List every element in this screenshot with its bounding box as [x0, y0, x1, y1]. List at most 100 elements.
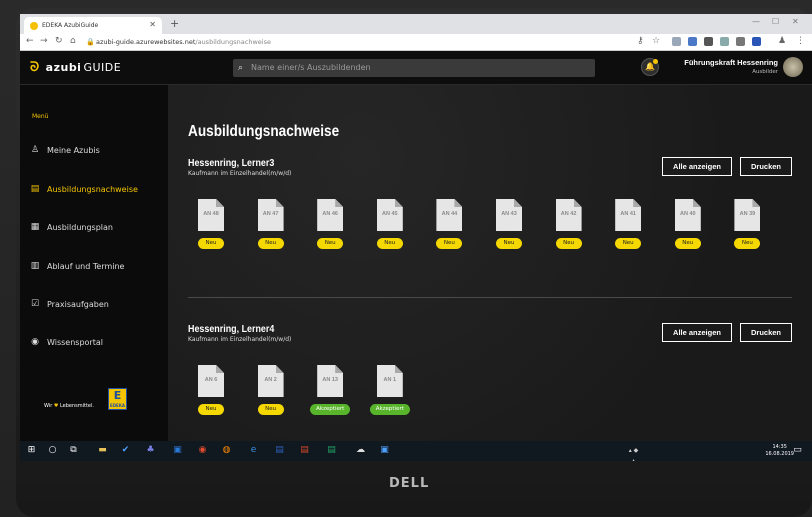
- app: ᘐ azubi GUIDE ⌕ Name einer/s Auszubildend…: [20, 51, 812, 441]
- app-icon[interactable]: ▣: [379, 445, 390, 456]
- task-icon: ☑: [30, 299, 40, 309]
- tray-icons[interactable]: ▴ ◆ ▲ ☁ ◐ ♫: [628, 445, 639, 461]
- close-window-icon[interactable]: ✕: [792, 17, 799, 26]
- extension-icon[interactable]: [736, 37, 745, 46]
- learner-name: Hessenring, Lerner3: [188, 157, 275, 169]
- windows-start-icon[interactable]: ⊞: [26, 445, 37, 456]
- chrome-icon[interactable]: ◉: [197, 445, 208, 456]
- status-badge: Neu: [198, 238, 224, 249]
- user-info[interactable]: Führungskraft Hessenring Ausbilder: [684, 58, 778, 75]
- sidebar-item-label: Ausbildungsnachweise: [47, 184, 138, 194]
- search-input[interactable]: ⌕ Name einer/s Auszubildenden: [233, 59, 595, 77]
- key-icon[interactable]: ⚷: [637, 36, 644, 46]
- notification-bell-icon[interactable]: 🔔: [641, 58, 659, 76]
- checkmark-app-icon[interactable]: ✔: [120, 445, 131, 456]
- sidebar-item-meine-azubis[interactable]: ♙ Meine Azubis: [30, 145, 100, 155]
- address-bar: ← → ↻ ⌂ 🔒 azubi-guide.azurewebsites.net/…: [20, 34, 812, 51]
- print-button[interactable]: Drucken: [739, 157, 792, 176]
- profile-icon[interactable]: ♟: [778, 36, 786, 46]
- page-corner: [692, 199, 701, 207]
- extension-icon[interactable]: [720, 37, 729, 46]
- forward-icon[interactable]: →: [40, 36, 48, 46]
- status-badge: Neu: [496, 238, 522, 249]
- show-all-button[interactable]: Alle anzeigen: [662, 323, 732, 342]
- document-icon: AN 1: [376, 365, 403, 397]
- new-tab-icon[interactable]: +: [170, 17, 179, 30]
- document-icon: AN 2: [257, 365, 284, 397]
- photo-background: EDEKA AzubiGuide ✕ + — ☐ ✕ ← → ↻ ⌂ 🔒 azu…: [0, 0, 812, 517]
- document-label: AN 13: [322, 377, 338, 383]
- slogan-part-b: Lebensmittel.: [59, 403, 94, 409]
- show-all-button[interactable]: Alle anzeigen: [662, 157, 732, 176]
- outlook-icon[interactable]: ▣: [172, 445, 183, 456]
- sidebar-item-ablauf-und-termine[interactable]: ▥ Ablauf und Termine: [30, 261, 125, 271]
- calendar-icon: ▥: [30, 261, 40, 271]
- excel-icon[interactable]: ▤: [326, 445, 337, 456]
- dell-logo: DELL: [389, 476, 430, 491]
- app-icon[interactable]: ☁: [355, 445, 366, 456]
- print-button[interactable]: Drucken: [739, 323, 792, 342]
- report-document[interactable]: AN 48 Neu: [196, 199, 226, 249]
- reload-icon[interactable]: ↻: [55, 36, 63, 46]
- back-icon[interactable]: ←: [26, 36, 34, 46]
- powerpoint-icon[interactable]: ▤: [299, 445, 310, 456]
- notifications-icon[interactable]: ▭: [792, 445, 803, 456]
- windows-taskbar: ⊞ ○ ⧉ ▬ ✔ ♣ ▣ ◉ ◍ e ▤ ▤ ▤ ☁ ▣ ▴ ◆ ▲ ☁ ◐ …: [20, 441, 812, 461]
- avatar[interactable]: [783, 57, 803, 77]
- document-icon: AN 39: [734, 199, 761, 231]
- edge-icon[interactable]: e: [248, 445, 259, 456]
- document-icon: AN 6: [198, 365, 224, 397]
- report-document[interactable]: AN 43 Neu: [494, 199, 524, 249]
- status-badge: Neu: [317, 238, 344, 249]
- maximize-icon[interactable]: ☐: [772, 17, 779, 26]
- report-document[interactable]: AN 39 Neu: [732, 199, 762, 249]
- report-document[interactable]: AN 13 Akzeptiert: [310, 365, 351, 415]
- task-view-icon[interactable]: ⧉: [68, 445, 79, 456]
- star-icon[interactable]: ☆: [652, 36, 660, 46]
- app-header: ᘐ azubi GUIDE ⌕ Name einer/s Auszubildend…: [20, 51, 812, 85]
- status-badge: Akzeptiert: [369, 404, 410, 415]
- report-document[interactable]: AN 46 Neu: [315, 199, 345, 249]
- browser-tab-bar: EDEKA AzubiGuide ✕ + — ☐ ✕: [20, 14, 812, 34]
- logo-bold: azubi: [45, 61, 82, 74]
- sidebar-item-ausbildungsnachweise[interactable]: ▤ Ausbildungsnachweise: [30, 184, 138, 194]
- teams-icon[interactable]: ♣: [145, 445, 156, 456]
- page-corner: [573, 199, 582, 207]
- report-document[interactable]: AN 1 Akzeptiert: [369, 365, 410, 415]
- page-corner: [752, 199, 761, 207]
- file-explorer-icon[interactable]: ▬: [97, 445, 108, 456]
- document-label: AN 47: [262, 211, 279, 217]
- sidebar-item-ausbildungsplan[interactable]: ▦ Ausbildungsplan: [30, 222, 113, 232]
- sidebar-item-wissensportal[interactable]: ◉ Wissensportal: [30, 337, 103, 347]
- minimize-icon[interactable]: —: [752, 17, 760, 26]
- extension-icon[interactable]: [704, 37, 713, 46]
- menu-dots-icon[interactable]: ⋮: [796, 36, 805, 46]
- search-icon[interactable]: ○: [47, 445, 58, 456]
- report-document[interactable]: AN 47 Neu: [256, 199, 286, 249]
- url-field[interactable]: 🔒 azubi-guide.azurewebsites.net/ausbildu…: [86, 36, 626, 49]
- document-label: AN 40: [680, 211, 696, 217]
- extension-icon[interactable]: [688, 37, 697, 46]
- report-document[interactable]: AN 44 Neu: [434, 199, 464, 249]
- home-icon[interactable]: ⌂: [70, 36, 76, 46]
- azubiguide-logo[interactable]: ᘐ azubi GUIDE: [30, 60, 121, 75]
- report-document[interactable]: AN 42 Neu: [554, 199, 584, 249]
- report-document[interactable]: AN 40 Neu: [673, 199, 703, 249]
- status-badge: Akzeptiert: [310, 404, 351, 415]
- word-icon[interactable]: ▤: [274, 445, 285, 456]
- sidebar-item-praxisaufgaben[interactable]: ☑ Praxisaufgaben: [30, 299, 109, 309]
- document-label: AN 45: [382, 211, 398, 217]
- report-document[interactable]: AN 41 Neu: [613, 199, 643, 249]
- report-document[interactable]: AN 45 Neu: [375, 199, 405, 249]
- firefox-icon[interactable]: ◍: [221, 445, 232, 456]
- page-corner: [216, 199, 224, 207]
- bulb-icon: ◉: [31, 337, 39, 347]
- report-document[interactable]: AN 2 Neu: [256, 365, 286, 415]
- report-document[interactable]: AN 6 Neu: [196, 365, 226, 415]
- edeka-slogan: Wir ♥ Lebensmittel.: [44, 403, 94, 409]
- taskbar-clock[interactable]: 14:35 16.08.2019: [765, 444, 794, 458]
- extension-icon[interactable]: [672, 37, 681, 46]
- extension-icon[interactable]: [752, 37, 761, 46]
- close-tab-icon[interactable]: ✕: [149, 20, 156, 29]
- browser-tab[interactable]: EDEKA AzubiGuide ✕: [24, 17, 162, 34]
